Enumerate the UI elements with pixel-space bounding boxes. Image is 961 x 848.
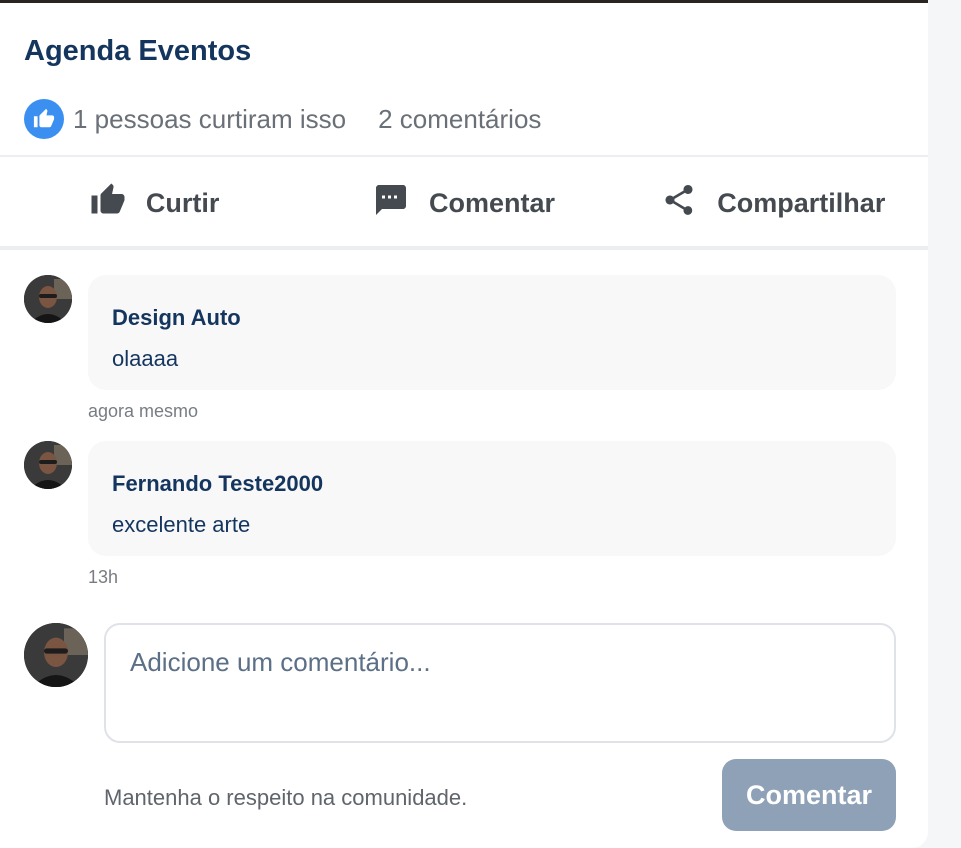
community-notice: Mantenha o respeito na comunidade. <box>104 785 468 810</box>
post-title: Agenda Eventos <box>24 35 252 67</box>
post-card: Agenda Eventos 1 pessoas curtiram isso 2… <box>0 0 928 848</box>
comment-text: excelente arte <box>112 512 251 537</box>
share-button[interactable]: Compartilhar <box>619 182 928 225</box>
post-stats: 1 pessoas curtiram isso 2 comentários <box>24 99 541 139</box>
avatar[interactable] <box>24 275 72 323</box>
thumbs-up-icon <box>90 182 126 225</box>
comment-bubble: Design Auto olaaaa <box>88 275 896 390</box>
comment-time: agora mesmo <box>88 401 199 421</box>
comment-composer: Adicione um comentário... Mantenha o res… <box>24 623 896 833</box>
submit-comment-button[interactable]: Comentar <box>722 759 896 831</box>
comment-button-label: Comentar <box>428 187 555 218</box>
comment-author[interactable]: Design Auto <box>112 305 872 331</box>
comment-button[interactable]: Comentar <box>309 182 618 225</box>
comment-bubble: Fernando Teste2000 excelente arte <box>88 441 896 556</box>
chat-bubble-icon <box>373 182 409 225</box>
like-button-label: Curtir <box>145 187 220 218</box>
share-icon <box>661 182 697 225</box>
comment-author[interactable]: Fernando Teste2000 <box>112 471 872 497</box>
comment-input[interactable]: Adicione um comentário... <box>104 623 896 743</box>
like-button[interactable]: Curtir <box>0 182 309 225</box>
avatar[interactable] <box>24 441 72 489</box>
divider <box>0 246 928 250</box>
avatar <box>24 623 88 687</box>
comment-time: 13h <box>88 567 119 587</box>
like-badge-icon <box>24 99 64 139</box>
likes-count[interactable]: 1 pessoas curtiram isso <box>73 104 346 135</box>
comment-text: olaaaa <box>112 346 179 371</box>
divider <box>0 155 928 157</box>
action-bar: Curtir Comentar Compartilhar <box>0 159 928 247</box>
comments-count[interactable]: 2 comentários <box>378 104 541 135</box>
share-button-label: Compartilhar <box>717 187 886 218</box>
